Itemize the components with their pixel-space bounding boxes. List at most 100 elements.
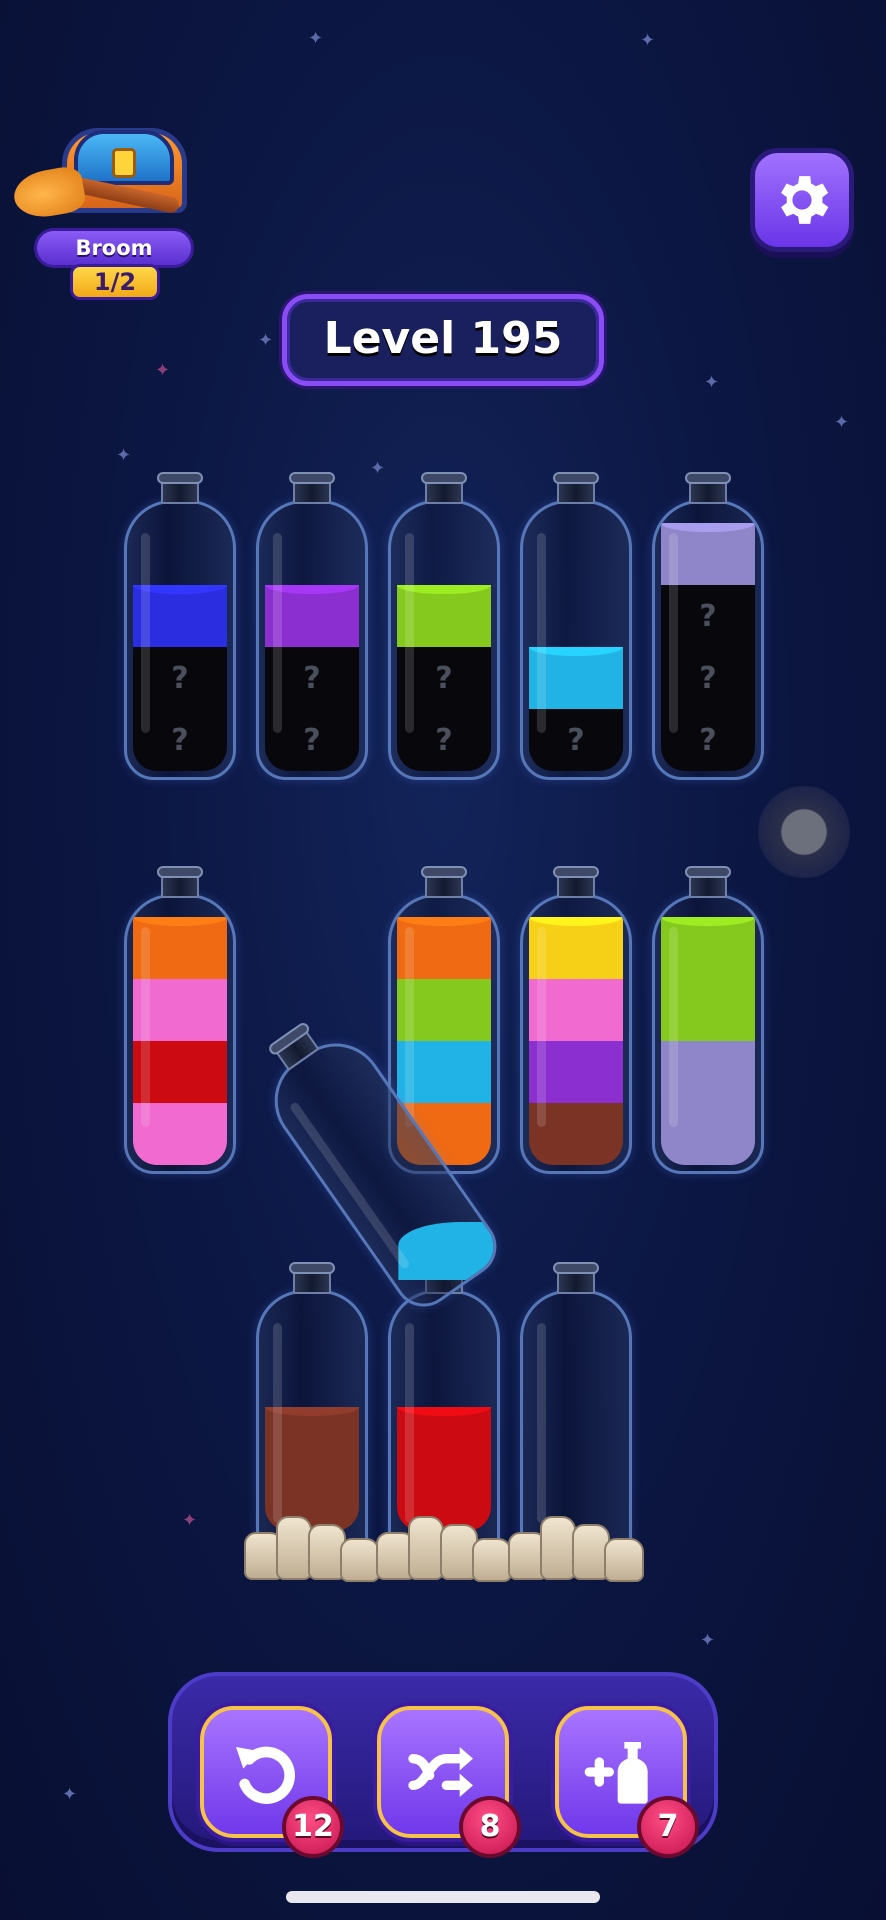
star-decoration: ✦ [155,360,171,381]
bottle[interactable]: ?? [124,472,236,780]
hidden-liquid-layer: ? [529,709,623,771]
hidden-mark: ? [435,722,453,758]
undo-icon [236,1746,295,1804]
liquid-layer-pink [529,979,623,1041]
bottle[interactable]: ?? [388,472,500,780]
bottle-neck [157,472,203,504]
bottle[interactable] [124,866,236,1174]
star-decoration: ✦ [258,330,274,351]
bottle[interactable] [244,1262,380,1582]
hidden-liquid-layer: ? [133,709,227,771]
bottle-neck [289,472,335,504]
level-label: Level 195 [282,294,604,386]
bottle-glass [652,894,764,1174]
streak-title: Broom Streak [34,228,194,294]
liquid-layer-cyan [529,647,623,709]
liquid-layer-lime [397,585,491,647]
add-bottle-count-badge: 7 [637,1796,699,1858]
bottle[interactable] [652,866,764,1174]
liquid-layer-brown [265,1407,359,1469]
bottle-liquid [661,917,755,1165]
hidden-mark: ? [171,722,189,758]
home-indicator [286,1891,600,1903]
bottle[interactable] [520,866,632,1174]
liquid-layer-cyan [397,1041,491,1103]
broom-head-icon [10,164,88,222]
liquid-layer-blue [133,585,227,647]
star-decoration: ✦ [308,28,324,49]
hidden-liquid-layer: ? [661,585,755,647]
bottle-liquid: ?? [133,585,227,771]
broom-streak-widget[interactable]: Broom Streak 1/2 [10,118,207,303]
undo-count-badge: 12 [282,1796,344,1858]
bottle-liquid: ?? [265,585,359,771]
hidden-mark: ? [699,660,717,696]
liquid-layer-pink [133,1103,227,1165]
hidden-liquid-layer: ? [397,709,491,771]
hidden-mark: ? [699,722,717,758]
star-decoration: ✦ [700,1630,716,1651]
hidden-mark: ? [303,660,321,696]
bottle-neck [421,866,467,898]
bottle[interactable] [376,1262,512,1582]
liquid-layer-lavender [661,523,755,585]
streak-count: 1/2 [70,264,160,300]
liquid-layer-lavender [661,1041,755,1103]
star-decoration: ✦ [182,1510,198,1531]
rock-base [242,1510,382,1582]
bottle-glass [520,894,632,1174]
bottle-neck [553,1262,599,1294]
bottle-neck [421,472,467,504]
bottle[interactable]: ??? [652,472,764,780]
rock [276,1516,312,1580]
liquid-layer-orange [133,917,227,979]
hidden-mark: ? [699,598,717,634]
liquid-layer-lime [397,979,491,1041]
star-decoration: ✦ [62,1784,78,1805]
liquid-layer-purple [265,585,359,647]
bottle[interactable]: ?? [256,472,368,780]
liquid-layer-yellow [529,917,623,979]
bottle-neck [553,866,599,898]
chest-lock-icon [112,148,136,178]
star-decoration: ✦ [834,412,850,433]
hidden-mark: ? [171,660,189,696]
star-decoration: ✦ [370,458,386,479]
hidden-liquid-layer: ? [133,647,227,709]
bottle[interactable]: ? [520,472,632,780]
bottle-liquid [529,917,623,1165]
liquid-layer-brown [529,1103,623,1165]
bottle-glass [124,894,236,1174]
hidden-liquid-layer: ? [661,709,755,771]
bottle-glass: ?? [124,500,236,780]
gear-icon [781,176,829,224]
bottle-liquid [133,917,227,1165]
liquid-layer-red [133,1041,227,1103]
add-bottle-icon [584,1742,648,1804]
shuffle-count-badge: 8 [459,1796,521,1858]
bottle-neck [685,472,731,504]
settings-button[interactable] [750,148,854,252]
star-decoration: ✦ [640,30,656,51]
liquid-layer-lavender [661,1103,755,1165]
hidden-mark: ? [303,722,321,758]
bottle-neck [685,866,731,898]
star-decoration: ✦ [704,372,720,393]
liquid-layer-lime [661,917,755,979]
rock [408,1516,444,1580]
bottle-glass: ? [520,500,632,780]
bottle-glass: ?? [388,500,500,780]
hidden-liquid-layer: ? [265,647,359,709]
hidden-liquid-layer: ? [265,709,359,771]
bottle-neck [289,1262,335,1294]
hidden-mark: ? [435,660,453,696]
liquid-layer-pink [133,979,227,1041]
liquid-layer-orange [397,917,491,979]
bottle[interactable] [508,1262,644,1582]
hidden-mark: ? [567,722,585,758]
bottle-neck [553,472,599,504]
rock-base [374,1510,514,1582]
star-decoration: ✦ [116,445,132,466]
liquid-layer-red [397,1407,491,1469]
assistive-touch-button[interactable] [758,786,850,878]
